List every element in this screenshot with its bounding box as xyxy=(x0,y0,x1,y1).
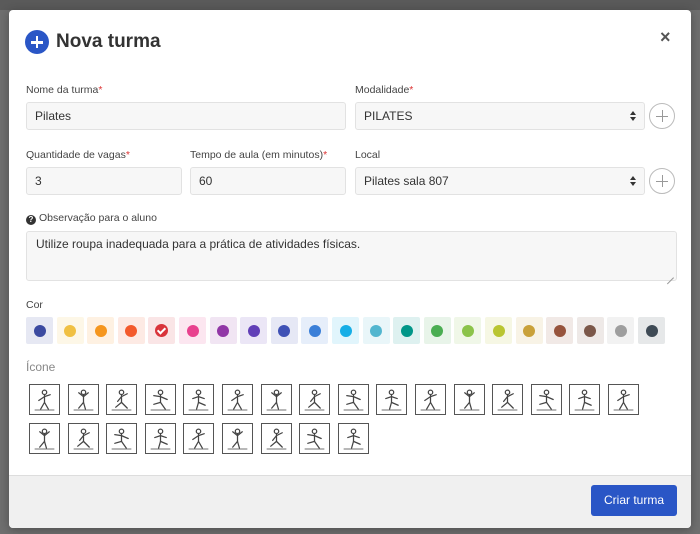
aqua-fitness-icon[interactable] xyxy=(260,423,292,454)
color-dot xyxy=(339,324,352,337)
color-dot xyxy=(523,324,536,337)
modal-title: Nova turma xyxy=(56,31,161,52)
yoga-ball-icon[interactable] xyxy=(453,384,485,415)
add-local-button[interactable] xyxy=(649,168,675,194)
color-swatch[interactable] xyxy=(546,317,574,344)
color-dot xyxy=(308,324,321,337)
tempo-input[interactable]: 60 xyxy=(190,167,346,195)
sprint-icon[interactable] xyxy=(492,384,524,415)
karate-icon[interactable] xyxy=(260,384,292,415)
basketball-icon[interactable] xyxy=(144,384,176,415)
color-swatch[interactable] xyxy=(515,317,543,344)
resize-grip-icon[interactable] xyxy=(666,270,674,278)
color-dot xyxy=(584,324,597,337)
select-arrows-icon xyxy=(630,176,636,187)
treadmill-icon[interactable] xyxy=(67,423,99,454)
boot-icon[interactable] xyxy=(144,423,176,454)
color-dot xyxy=(217,324,230,337)
create-class-button[interactable]: Criar turma xyxy=(591,485,677,516)
color-dot xyxy=(94,324,107,337)
color-dot xyxy=(247,324,260,337)
observacao-value: Utilize roupa inadequada para a prática … xyxy=(36,237,361,251)
color-dot xyxy=(614,324,627,337)
color-swatch[interactable] xyxy=(117,317,145,344)
color-dot xyxy=(431,324,444,337)
local-select[interactable]: Pilates sala 807 xyxy=(355,167,645,195)
barbell-icon[interactable] xyxy=(299,423,331,454)
volleyball-icon[interactable] xyxy=(299,384,331,415)
color-swatch[interactable] xyxy=(87,317,115,344)
tempo-label: Tempo de aula (em minutos)* xyxy=(190,149,328,161)
color-swatch[interactable] xyxy=(638,317,665,344)
modal-footer xyxy=(9,475,691,528)
color-swatch[interactable] xyxy=(362,317,390,344)
cycling-icon[interactable] xyxy=(106,384,138,415)
color-dot xyxy=(645,324,658,337)
stretching-icon[interactable] xyxy=(608,384,639,415)
soccer-icon[interactable] xyxy=(67,384,99,415)
color-dot xyxy=(370,324,383,337)
color-swatch[interactable] xyxy=(454,317,482,344)
modalidade-value: PILATES xyxy=(364,109,413,123)
color-swatch[interactable] xyxy=(270,317,298,344)
plus-circle-icon xyxy=(25,30,49,54)
meditation-icon[interactable] xyxy=(337,384,369,415)
cor-label: Cor xyxy=(26,299,43,311)
nome-label: Nome da turma* xyxy=(26,84,103,96)
swimming-icon[interactable] xyxy=(569,384,601,415)
color-swatch[interactable] xyxy=(179,317,206,344)
nome-input[interactable]: Pilates xyxy=(26,102,346,130)
modalidade-label: Modalidade* xyxy=(355,84,414,96)
tennis-icon[interactable] xyxy=(183,423,215,454)
observacao-textarea[interactable]: Utilize roupa inadequada para a prática … xyxy=(26,231,677,281)
close-button[interactable]: × xyxy=(660,27,671,48)
color-swatch[interactable] xyxy=(209,317,237,344)
observacao-label: ? Observação para o aluno xyxy=(26,212,157,225)
color-swatch[interactable] xyxy=(148,317,176,344)
pool-icon[interactable] xyxy=(29,423,60,454)
weightlifting-icon[interactable] xyxy=(415,384,446,415)
color-swatch[interactable] xyxy=(26,317,53,344)
color-dot xyxy=(492,324,505,337)
dance-icon[interactable] xyxy=(530,384,562,415)
color-swatch[interactable] xyxy=(301,317,329,344)
modalidade-select[interactable]: PILATES xyxy=(355,102,645,130)
color-swatch[interactable] xyxy=(393,317,421,344)
color-dot xyxy=(125,324,138,337)
gymnastics-icon[interactable] xyxy=(222,384,253,415)
add-modalidade-button[interactable] xyxy=(649,103,675,129)
boxing-icon[interactable] xyxy=(29,384,60,415)
color-dot xyxy=(553,324,566,337)
color-dot xyxy=(186,324,199,337)
color-dot xyxy=(278,324,291,337)
color-swatch[interactable] xyxy=(576,317,604,344)
color-dot xyxy=(33,324,46,337)
color-swatch[interactable] xyxy=(240,317,268,344)
color-swatch[interactable] xyxy=(423,317,451,344)
color-swatch[interactable] xyxy=(607,317,635,344)
stairs-icon[interactable] xyxy=(106,423,138,454)
color-swatch[interactable] xyxy=(332,317,359,344)
martial-arts-icon[interactable] xyxy=(183,384,215,415)
color-swatch[interactable] xyxy=(485,317,512,344)
vagas-input[interactable]: 3 xyxy=(26,167,182,195)
check-icon xyxy=(155,324,169,337)
color-dot xyxy=(461,324,474,337)
modal-header: Nova turma × xyxy=(9,10,691,68)
local-label: Local xyxy=(355,149,381,161)
new-class-modal: Nova turma × Nome da turma* Pilates Moda… xyxy=(9,10,691,528)
select-arrows-icon xyxy=(630,111,636,122)
vagas-label: Quantidade de vagas* xyxy=(26,149,130,161)
local-value: Pilates sala 807 xyxy=(364,174,449,188)
running-kick-icon[interactable] xyxy=(376,384,408,415)
color-dot xyxy=(64,324,77,337)
question-icon: ? xyxy=(26,215,36,225)
color-swatch[interactable] xyxy=(56,317,84,344)
wrestling-icon[interactable] xyxy=(337,423,369,454)
color-dot xyxy=(400,324,413,337)
water-bottle-icon[interactable] xyxy=(222,423,253,454)
backdrop xyxy=(0,0,700,10)
icone-label: Ícone xyxy=(26,360,56,374)
